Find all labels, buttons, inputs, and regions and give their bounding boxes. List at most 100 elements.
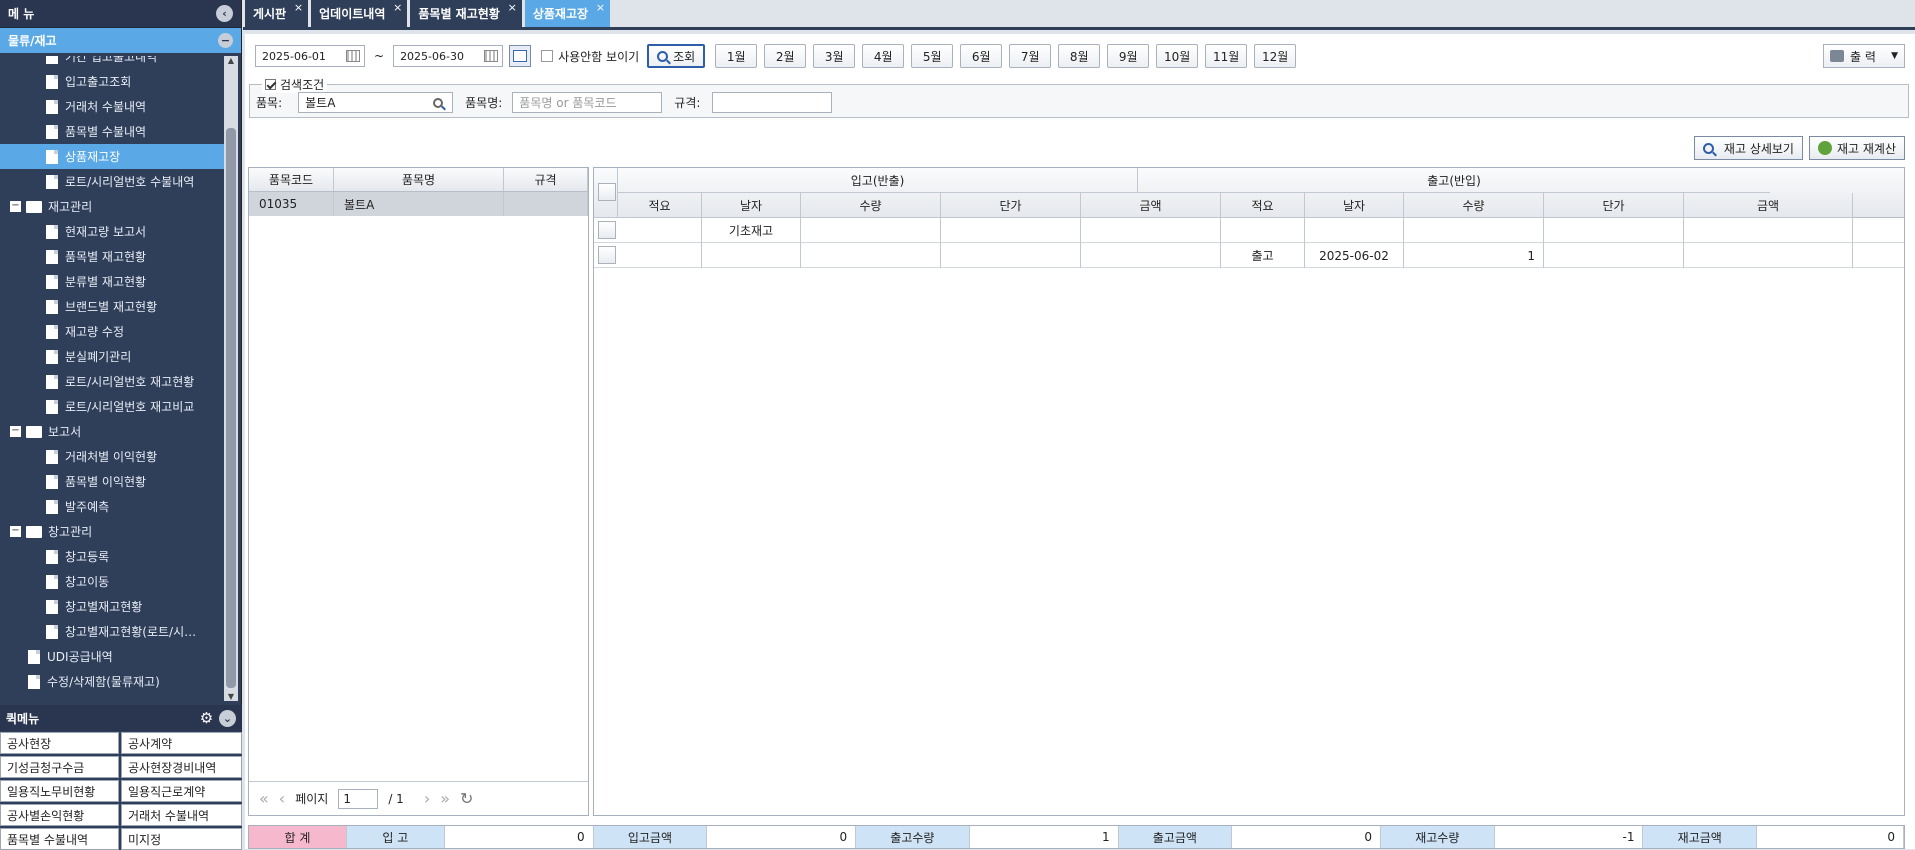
column-header[interactable]: 날자 xyxy=(1305,193,1404,218)
month-button[interactable]: 2월 xyxy=(764,44,807,68)
calendar-icon[interactable] xyxy=(484,50,499,62)
month-button[interactable]: 8월 xyxy=(1058,44,1101,68)
scroll-down-icon[interactable]: ▼ xyxy=(226,692,236,701)
first-page-icon[interactable]: « xyxy=(259,789,269,808)
column-header[interactable]: 금액 xyxy=(1684,193,1853,218)
sidebar-item[interactable]: 로트/시리얼번호 수불내역 xyxy=(0,169,224,194)
stock-detail-button[interactable]: 재고 상세보기 xyxy=(1693,136,1803,160)
minus-circle-icon[interactable]: − xyxy=(218,33,233,48)
last-page-icon[interactable]: » xyxy=(440,789,450,808)
sidebar-scrollbar[interactable]: ▲ ▼ xyxy=(224,56,238,701)
refresh-icon[interactable]: ↻ xyxy=(460,789,473,808)
print-button[interactable]: 출 력 ▼ xyxy=(1823,44,1905,68)
column-header[interactable]: 단가 xyxy=(941,193,1081,218)
date-to-field[interactable]: 2025-06-30 xyxy=(393,45,504,67)
quick-menu-item[interactable]: 공사계약 xyxy=(121,732,242,754)
month-button[interactable]: 12월 xyxy=(1254,44,1297,68)
sidebar-item[interactable]: 거래처별 이익현황 xyxy=(0,444,224,469)
search-button[interactable]: 조회 xyxy=(647,44,706,68)
stock-recalc-button[interactable]: 재고 재계산 xyxy=(1808,136,1905,160)
scrollbar-thumb[interactable] xyxy=(226,128,236,688)
quick-menu-item[interactable]: 품목별 수불내역 xyxy=(0,828,119,850)
sidebar-item[interactable]: 발주예측 xyxy=(0,494,224,519)
collapse-node-icon[interactable]: − xyxy=(10,201,21,212)
show-unused-checkbox[interactable] xyxy=(541,50,554,62)
sidebar-item[interactable]: 현재고량 보고서 xyxy=(0,219,224,244)
calendar-button[interactable] xyxy=(509,45,532,67)
tab[interactable]: 품목별 재고현황 × xyxy=(410,0,522,27)
sidebar-item[interactable]: 창고별재고현황 xyxy=(0,594,224,619)
column-header[interactable]: 날자 xyxy=(702,193,801,218)
column-header[interactable]: 금액 xyxy=(1081,193,1221,218)
search-conditions-toggle[interactable]: 검색조건 xyxy=(262,76,328,93)
month-button[interactable]: 5월 xyxy=(911,44,954,68)
collapse-node-icon[interactable]: − xyxy=(10,526,21,537)
table-row[interactable]: 출고 2025-06-02 1 xyxy=(594,243,1904,268)
month-button[interactable]: 10월 xyxy=(1156,44,1199,68)
sidebar-item[interactable]: 브랜드별 재고현황 xyxy=(0,294,224,319)
row-checkbox[interactable] xyxy=(598,246,616,264)
close-tab-icon[interactable]: × xyxy=(393,1,402,14)
sidebar-item[interactable]: 상품재고장 xyxy=(0,144,224,169)
search-icon[interactable] xyxy=(433,97,444,108)
checkbox-checked-icon[interactable] xyxy=(265,79,276,90)
collapse-sidebar-icon[interactable]: ‹ xyxy=(216,5,233,22)
quick-menu-item[interactable]: 기성금청구수금 xyxy=(0,756,119,778)
dropdown-arrow-icon[interactable]: ▼ xyxy=(1891,51,1898,61)
sidebar-item[interactable]: 수정/삭제함(물류재고) xyxy=(0,669,224,694)
sidebar-item[interactable]: 창고등록 xyxy=(0,544,224,569)
sidebar-item[interactable]: 재고량 수정 xyxy=(0,319,224,344)
item-name-input[interactable]: 품목명 or 품목코드 xyxy=(512,92,663,113)
close-tab-icon[interactable]: × xyxy=(596,1,605,14)
column-header[interactable]: 적요 xyxy=(618,193,702,218)
quick-menu-item[interactable]: 거래처 수불내역 xyxy=(121,804,242,826)
next-page-icon[interactable]: › xyxy=(424,789,430,808)
sidebar-item[interactable]: − 창고관리 xyxy=(0,519,224,544)
sidebar-item[interactable]: 거래처 수불내역 xyxy=(0,94,224,119)
quick-menu-item[interactable]: 공사별손익현황 xyxy=(0,804,119,826)
column-header[interactable]: 품목코드 xyxy=(249,168,334,191)
sidebar-item[interactable]: − 보고서 xyxy=(0,419,224,444)
month-button[interactable]: 4월 xyxy=(862,44,905,68)
sidebar-item[interactable]: − 재고관리 xyxy=(0,194,224,219)
close-tab-icon[interactable]: × xyxy=(508,1,517,14)
sidebar-category[interactable]: 물류/재고 − xyxy=(0,28,241,53)
sidebar-item[interactable]: 분류별 재고현황 xyxy=(0,269,224,294)
month-button[interactable]: 6월 xyxy=(960,44,1003,68)
column-header[interactable]: 규격 xyxy=(504,168,588,191)
sidebar-item[interactable]: 품목별 이익현황 xyxy=(0,469,224,494)
sidebar-item[interactable]: 분실폐기관리 xyxy=(0,344,224,369)
item-input[interactable]: 볼트A xyxy=(298,92,454,113)
month-button[interactable]: 7월 xyxy=(1009,44,1052,68)
column-header[interactable]: 단가 xyxy=(1544,193,1684,218)
sidebar-item[interactable]: UDI공급내역 xyxy=(0,644,224,669)
close-tab-icon[interactable]: × xyxy=(294,1,303,14)
select-all-checkbox[interactable] xyxy=(598,183,616,201)
date-from-field[interactable]: 2025-06-01 xyxy=(255,45,365,67)
table-row[interactable]: 기초재고 xyxy=(594,218,1904,243)
month-button[interactable]: 1월 xyxy=(715,44,758,68)
quick-menu-item[interactable]: 공사현장 xyxy=(0,732,119,754)
spec-input[interactable] xyxy=(712,92,833,113)
tab[interactable]: 업데이트내역 × xyxy=(311,0,408,27)
sidebar-item[interactable]: 로트/시리얼번호 재고비교 xyxy=(0,394,224,419)
quick-menu-item[interactable]: 일용직근로계약 xyxy=(121,780,242,802)
month-button[interactable]: 3월 xyxy=(813,44,856,68)
quick-menu-item[interactable]: 일용직노무비현황 xyxy=(0,780,119,802)
table-row[interactable]: 01035 볼트A xyxy=(249,192,588,216)
column-header[interactable]: 수량 xyxy=(801,193,941,218)
prev-page-icon[interactable]: ‹ xyxy=(279,789,285,808)
scroll-up-icon[interactable]: ▲ xyxy=(226,56,236,65)
column-header[interactable]: 품목명 xyxy=(334,168,504,191)
page-input[interactable]: 1 xyxy=(338,788,379,809)
quick-menu-item[interactable]: 미지정 xyxy=(121,828,242,850)
sidebar-item[interactable]: 창고별재고현황(로트/시… xyxy=(0,619,224,644)
chevron-down-icon[interactable]: ⌄ xyxy=(219,709,236,727)
calendar-icon[interactable] xyxy=(346,50,360,62)
sidebar-item[interactable]: 로트/시리얼번호 재고현황 xyxy=(0,369,224,394)
sidebar-item[interactable]: 품목별 수불내역 xyxy=(0,119,224,144)
row-checkbox[interactable] xyxy=(598,221,616,239)
gear-icon[interactable]: ⚙ xyxy=(198,709,215,727)
sidebar-item[interactable]: 품목별 재고현황 xyxy=(0,244,224,269)
collapse-node-icon[interactable]: − xyxy=(10,426,21,437)
